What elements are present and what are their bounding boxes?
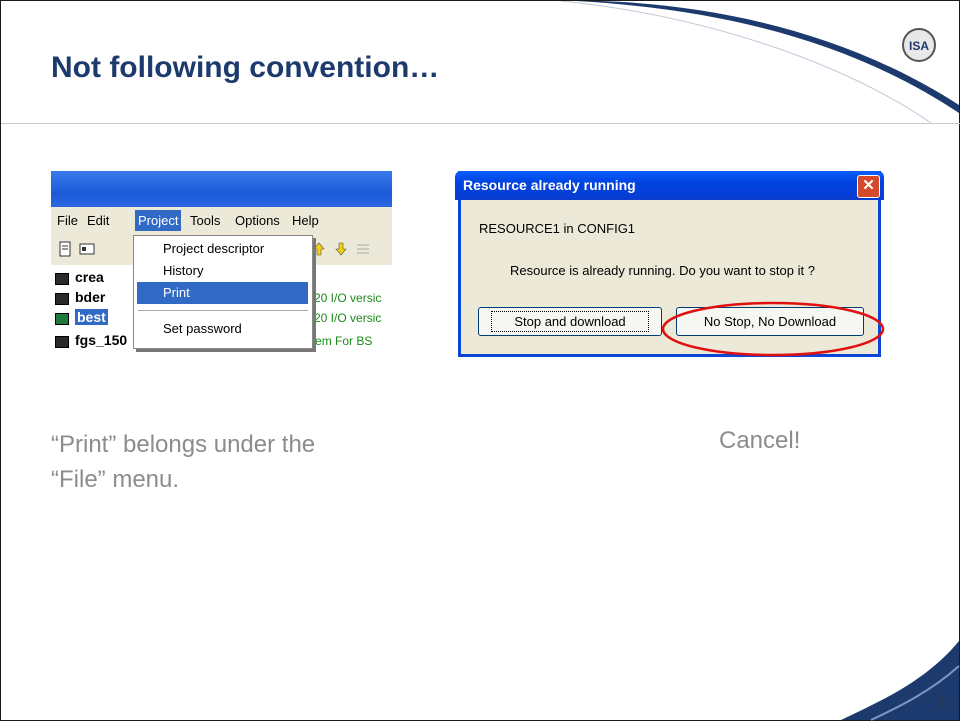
properties-icon[interactable] — [79, 241, 95, 257]
caption-right: Cancel! — [719, 427, 801, 454]
dialog-message: Resource is already running. Do you want… — [510, 263, 815, 278]
title-divider — [1, 123, 960, 124]
caption-left: “Print” belongs under the “File” menu. — [51, 427, 315, 497]
resource-icon — [55, 293, 69, 305]
page-number: 5 — [938, 695, 946, 710]
menu-item-print[interactable]: Print — [137, 282, 308, 304]
menu-edit[interactable]: Edit — [87, 213, 109, 228]
annotation-ellipse — [661, 301, 885, 357]
arrow-up-icon[interactable] — [311, 241, 327, 257]
menu-options[interactable]: Options — [235, 213, 280, 228]
dialog-title: Resource already running — [463, 177, 636, 193]
button-label: Stop and download — [491, 311, 649, 332]
caption-left-line2: “File” menu. — [51, 466, 180, 493]
resource-icon — [55, 313, 69, 325]
close-icon[interactable]: ✕ — [857, 175, 880, 198]
arrow-down-icon[interactable] — [333, 241, 349, 257]
isa-logo: ISA — [902, 28, 936, 62]
new-document-icon[interactable] — [57, 241, 73, 257]
menu-help[interactable]: Help — [292, 213, 319, 228]
menu-tools[interactable]: Tools — [190, 213, 220, 228]
menu-item-set-password[interactable]: Set password — [137, 318, 308, 340]
caption-left-line1: “Print” belongs under the — [51, 431, 316, 458]
menu-item-project-descriptor[interactable]: Project descriptor — [137, 238, 308, 260]
slide: Not following convention… ISA File Edit … — [0, 0, 960, 721]
row-name: crea — [75, 269, 104, 285]
align-icon[interactable] — [355, 241, 371, 257]
dialog-resource-label: RESOURCE1 in CONFIG1 — [479, 221, 636, 236]
project-dropdown-menu: Project descriptor History Print Set pas… — [133, 235, 313, 349]
row-name: fgs_150 — [75, 332, 128, 348]
row-description: 20 I/O versic — [314, 291, 382, 305]
menu-file[interactable]: File — [57, 213, 78, 228]
svg-text:ISA: ISA — [909, 39, 929, 53]
resource-icon — [55, 273, 69, 285]
menu-project[interactable]: Project — [135, 210, 182, 231]
stop-and-download-button[interactable]: Stop and download — [478, 307, 662, 336]
slide-title: Not following convention… — [51, 51, 440, 84]
resource-icon — [55, 336, 69, 348]
row-name: best — [75, 309, 108, 325]
menu-separator — [138, 310, 308, 311]
menu-screenshot: File Edit Project Tools Options Help cre… — [51, 171, 392, 366]
window-titlebar — [51, 171, 392, 207]
menu-item-history[interactable]: History — [137, 260, 308, 282]
row-name: bder — [75, 289, 106, 305]
row-description: 20 I/O versic — [314, 311, 382, 325]
